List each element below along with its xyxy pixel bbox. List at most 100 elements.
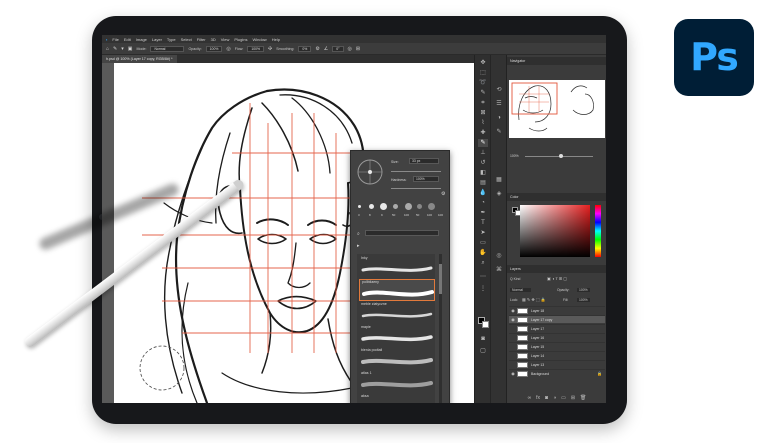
brush-tip-8[interactable] [369, 204, 374, 209]
link-layers-icon[interactable]: ∞ [528, 393, 532, 403]
brush-hardness-slider[interactable] [391, 188, 441, 189]
brush-item-0[interactable]: Inky [359, 256, 435, 278]
layer-visibility-eye-icon[interactable]: ◉ [509, 308, 517, 313]
menu-edit[interactable]: Edit [124, 37, 131, 42]
document-tab[interactable]: h.psd @ 100% (Layer 17 copy, RGB/8#) * [102, 55, 177, 63]
adjustments-panel-icon[interactable]: ◑ [494, 113, 504, 123]
move-tool-icon[interactable]: ✥ [478, 59, 488, 67]
navigator-zoom-value[interactable]: 100% [510, 154, 519, 158]
color-panel-header[interactable]: Color [507, 193, 606, 201]
brush-tool-icon[interactable]: ✎ [113, 46, 117, 52]
more-tools-icon[interactable]: ⋯ [478, 273, 488, 281]
menu-3d[interactable]: 3D [211, 37, 216, 42]
channels-panel-icon[interactable]: ◎ [494, 251, 504, 261]
layers-panel-header[interactable]: Layers [507, 265, 606, 273]
navigator-panel-header[interactable]: Navigator [507, 57, 606, 65]
brush-settings-panel-icon[interactable]: ✎ [494, 127, 504, 137]
crop-tool-icon[interactable]: ⌗ [478, 99, 488, 107]
shape-tool-icon[interactable]: ▭ [478, 239, 488, 247]
healing-tool-icon[interactable]: ✚ [478, 129, 488, 137]
layer-name[interactable]: Layer 17 [531, 327, 544, 331]
airbrush-icon[interactable]: ✣ [268, 46, 272, 52]
layer-row-0[interactable]: ◉ Layer 18 [509, 306, 605, 314]
brush-size-field[interactable]: 33 px [409, 158, 439, 164]
navigator-zoom-knob[interactable] [559, 154, 563, 158]
document-canvas[interactable]: Size: 33 px Hardness: 100% ⚙ 3 8 9 50 10… [102, 63, 474, 403]
lasso-tool-icon[interactable]: ➰ [478, 79, 488, 87]
blend-mode-select[interactable]: Normal [510, 288, 531, 292]
layer-style-icon[interactable]: fx [536, 393, 540, 403]
layer-row-1[interactable]: ◉ Layer 17 copy [509, 315, 605, 323]
layer-name[interactable]: Layer 15 [531, 345, 544, 349]
brush-settings-icon[interactable]: ▣ [128, 46, 133, 52]
brush-item-2[interactable]: meble ziatyczne [359, 302, 435, 324]
zoom-tool-icon[interactable]: ⌕ [478, 259, 488, 267]
history-brush-tool-icon[interactable]: ↺ [478, 159, 488, 167]
brush-list-scrollbar[interactable] [439, 254, 442, 403]
type-tool-icon[interactable]: T [478, 219, 488, 227]
layer-name[interactable]: Layer 13 [531, 363, 544, 367]
menu-help[interactable]: Help [272, 37, 280, 42]
pressure-opacity-icon[interactable]: ◎ [226, 46, 230, 52]
properties-panel-icon[interactable]: ☰ [494, 99, 504, 109]
edit-toolbar-icon[interactable]: ⋮ [478, 285, 488, 293]
screen-mode-icon[interactable]: ▢ [478, 347, 488, 355]
menu-layer[interactable]: Layer [152, 37, 162, 42]
eyedropper-tool-icon[interactable]: ⌇ [478, 119, 488, 127]
brush-item-6[interactable]: aksa [359, 394, 435, 403]
background-color-swatch[interactable] [482, 321, 489, 328]
frame-tool-icon[interactable]: ⊠ [478, 109, 488, 117]
symmetry-icon[interactable]: ⊞ [356, 46, 360, 52]
quick-mask-icon[interactable]: ◙ [478, 335, 488, 343]
layer-mask-icon[interactable]: ◙ [545, 393, 548, 403]
flow-field[interactable]: 100% [247, 45, 265, 52]
hand-tool-icon[interactable]: ✋ [478, 249, 488, 257]
color-picker-field[interactable] [520, 205, 590, 257]
brush-tip-100a[interactable] [405, 203, 412, 210]
layer-row-7[interactable]: ◉ Background 🔒 [509, 369, 605, 377]
brush-angle-preview[interactable] [355, 157, 385, 187]
brush-preset-icon[interactable]: ▾ [121, 46, 124, 52]
pen-tool-icon[interactable]: ✒ [478, 209, 488, 217]
angle-field[interactable]: 0° [332, 45, 344, 52]
menu-window[interactable]: Window [252, 37, 266, 42]
hue-slider[interactable] [595, 205, 601, 257]
eraser-tool-icon[interactable]: ◧ [478, 169, 488, 177]
brush-item-1[interactable]: pollbilaeny [359, 279, 435, 301]
new-layer-icon[interactable]: ⊞ [571, 393, 575, 403]
menu-file[interactable]: File [112, 37, 118, 42]
brush-tip-50b[interactable] [417, 204, 422, 209]
brush-folder-icon[interactable]: ▸ [357, 243, 360, 249]
brush-panel-gear-icon[interactable]: ⚙ [441, 191, 445, 197]
marquee-tool-icon[interactable]: ⬚ [478, 69, 488, 77]
menu-image[interactable]: Image [136, 37, 147, 42]
scroll-thumb[interactable] [439, 264, 442, 294]
smoothing-settings-icon[interactable]: ⚙ [315, 46, 319, 52]
layer-row-6[interactable]: Layer 13 [509, 360, 605, 368]
smoothing-field[interactable]: 0% [298, 45, 312, 52]
layer-name[interactable]: Layer 14 [531, 354, 544, 358]
opacity-field[interactable]: 100% [205, 45, 223, 52]
adjustment-layer-icon[interactable]: ◑ [553, 393, 556, 403]
brush-tip-100b[interactable] [428, 203, 435, 210]
ps-menu-icon[interactable]: ▪ [106, 37, 107, 42]
layer-name[interactable]: Layer 17 copy [531, 318, 552, 322]
brush-item-5[interactable]: atlas 1 [359, 371, 435, 393]
path-select-tool-icon[interactable]: ➤ [478, 229, 488, 237]
brush-tool-icon[interactable]: ✎ [478, 139, 488, 147]
layer-row-4[interactable]: Layer 15 [509, 342, 605, 350]
layer-opacity-field[interactable]: 100% [577, 288, 590, 292]
group-icon[interactable]: ▭ [561, 393, 566, 403]
layer-filter-kind[interactable]: Q Kind [510, 277, 520, 281]
brush-hardness-field[interactable]: 100% [413, 176, 439, 182]
layer-name[interactable]: Layer 16 [531, 336, 544, 340]
dodge-tool-icon[interactable]: ◔ [478, 199, 488, 207]
menu-type[interactable]: Type [167, 37, 176, 42]
brush-tip-50a[interactable] [393, 204, 398, 209]
menu-plugins[interactable]: Plugins [234, 37, 247, 42]
mode-select[interactable]: Normal [150, 45, 185, 52]
brush-item-4[interactable]: bienia podtail [359, 348, 435, 370]
brush-list[interactable]: Inky pollbilaeny meble ziatyczne mapie b… [357, 254, 435, 403]
delete-layer-icon[interactable]: 🗑 [580, 393, 586, 403]
libraries-panel-icon[interactable]: ◈ [494, 189, 504, 199]
